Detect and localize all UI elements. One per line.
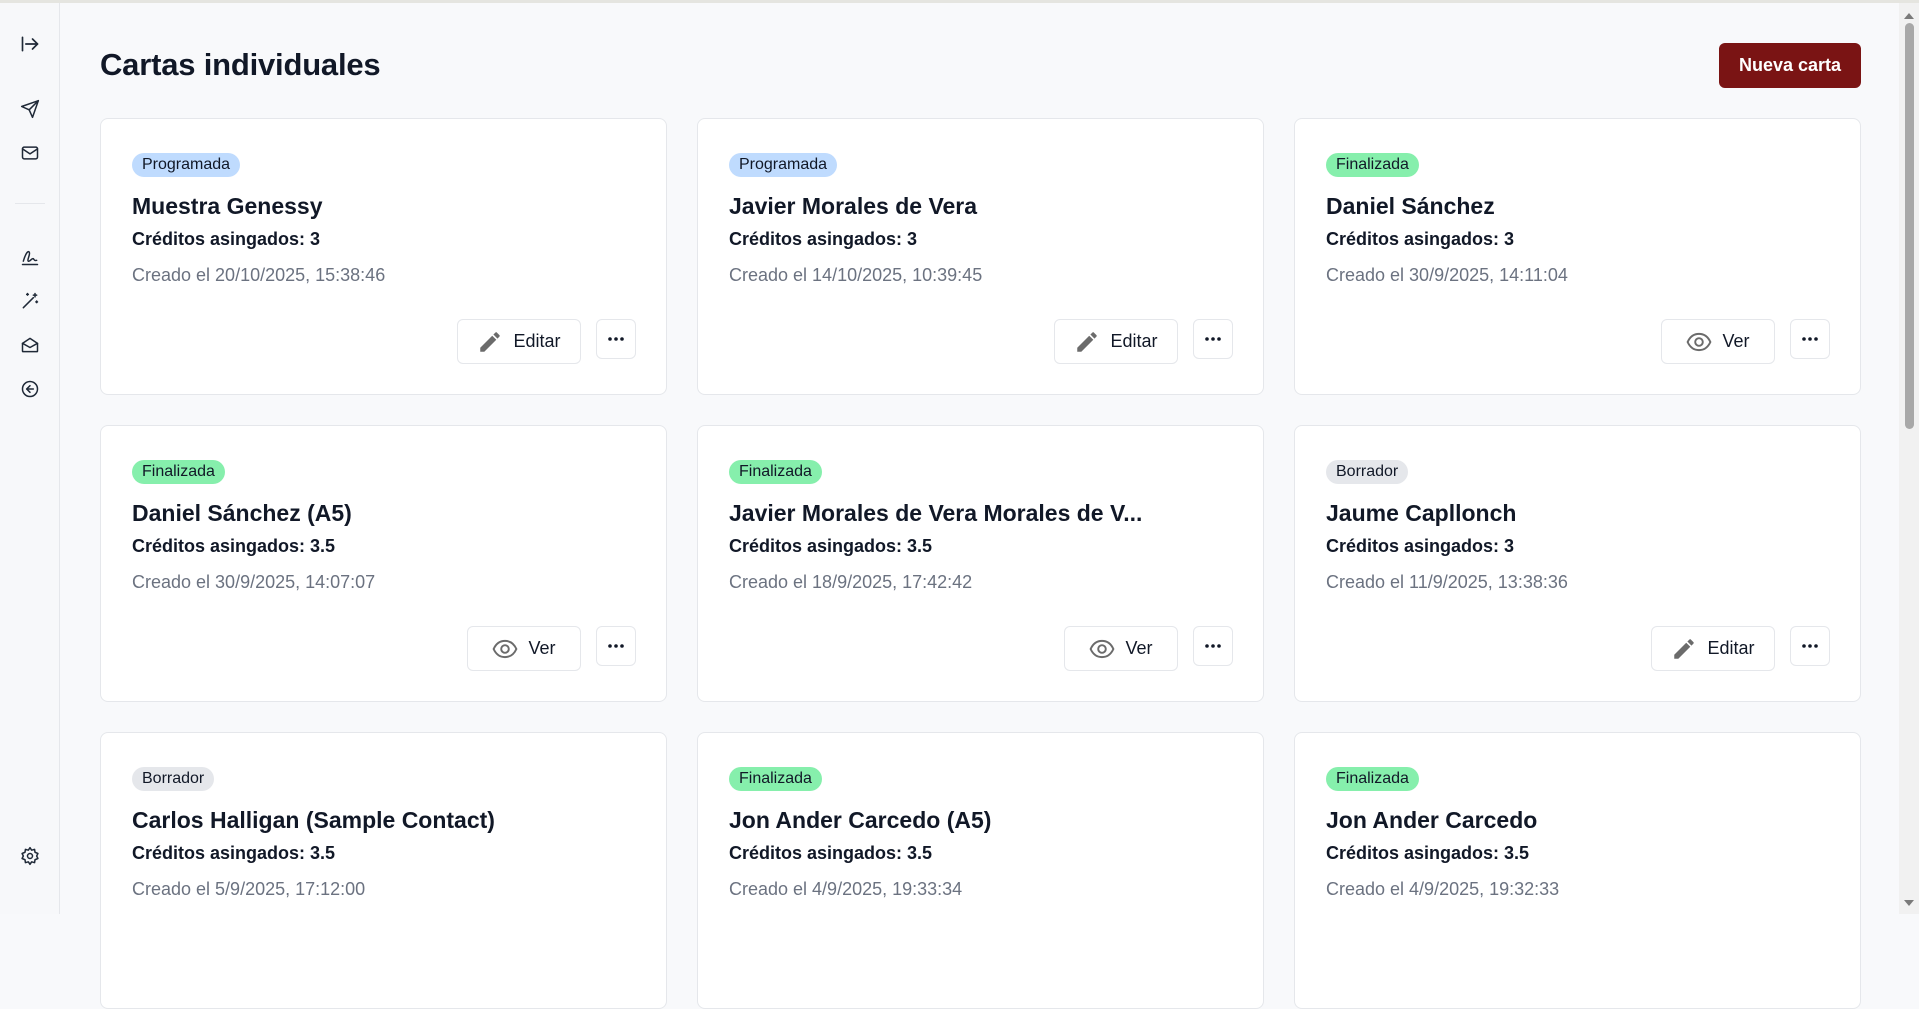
card-created-date: Creado el 11/9/2025, 13:38:36 xyxy=(1326,572,1568,592)
pencil-icon xyxy=(480,331,501,352)
edit-button[interactable]: Editar xyxy=(1054,319,1178,364)
card-title: Daniel Sánchez xyxy=(1326,193,1495,219)
letter-card: Finalizada Daniel Sánchez Créditos asing… xyxy=(1294,118,1861,395)
card-title: Jaume Capllonch xyxy=(1326,500,1517,526)
settings-icon[interactable] xyxy=(16,842,44,870)
status-badge: Finalizada xyxy=(1326,767,1419,791)
new-letter-button[interactable]: Nueva carta xyxy=(1719,43,1861,88)
sidebar xyxy=(0,3,60,914)
card-credits: Créditos asingados: 3 xyxy=(729,229,918,249)
letter-card: Borrador Carlos Halligan (Sample Contact… xyxy=(100,732,667,1009)
eye-icon xyxy=(1687,332,1712,351)
scroll-down-arrow-icon[interactable] xyxy=(1904,900,1914,906)
card-credits: Créditos asingados: 3 xyxy=(1326,229,1515,249)
letter-card: Finalizada Jon Ander Carcedo (A5) Crédit… xyxy=(697,732,1264,1009)
more-options-button[interactable] xyxy=(1790,319,1830,359)
scrollbar-thumb[interactable] xyxy=(1905,23,1914,429)
status-badge: Finalizada xyxy=(1326,153,1419,177)
status-badge: Programada xyxy=(729,153,838,177)
back-arrow-circle-icon[interactable] xyxy=(16,375,44,403)
more-horizontal-icon xyxy=(608,644,624,648)
page-title: Cartas individuales xyxy=(100,47,381,82)
edit-button-label: Editar xyxy=(513,331,561,351)
card-title: Carlos Halligan (Sample Contact) xyxy=(132,807,495,833)
mail-icon[interactable] xyxy=(16,139,44,167)
send-icon[interactable] xyxy=(16,95,44,123)
card-credits: Créditos asingados: 3.5 xyxy=(132,536,336,556)
card-title: Jon Ander Carcedo xyxy=(1326,807,1538,833)
card-credits: Créditos asingados: 3.5 xyxy=(1326,843,1530,863)
card-title: Javier Morales de Vera xyxy=(729,193,978,219)
edit-button[interactable]: Editar xyxy=(457,319,581,364)
card-credits: Créditos asingados: 3.5 xyxy=(729,843,933,863)
more-options-button[interactable] xyxy=(1193,626,1233,666)
more-horizontal-icon xyxy=(1205,337,1221,341)
card-title: Jon Ander Carcedo (A5) xyxy=(729,807,992,833)
more-options-button[interactable] xyxy=(596,626,636,666)
view-button-label: Ver xyxy=(1722,331,1750,351)
eye-icon xyxy=(1090,639,1115,658)
more-horizontal-icon xyxy=(1802,337,1818,341)
card-title: Javier Morales de Vera Morales de V... xyxy=(729,500,1143,526)
card-credits: Créditos asingados: 3 xyxy=(132,229,321,249)
status-badge: Programada xyxy=(132,153,241,177)
status-badge: Borrador xyxy=(132,767,215,791)
more-horizontal-icon xyxy=(608,337,624,341)
vertical-scrollbar[interactable] xyxy=(1899,3,1919,914)
more-options-button[interactable] xyxy=(596,319,636,359)
view-button-label: Ver xyxy=(528,638,556,658)
status-badge: Finalizada xyxy=(729,767,822,791)
letter-card: Programada Muestra Genessy Créditos asin… xyxy=(100,118,667,395)
card-created-date: Creado el 20/10/2025, 15:38:46 xyxy=(132,265,386,285)
main-content: Cartas individuales Nueva carta Programa… xyxy=(60,3,1899,1009)
card-created-date: Creado el 30/9/2025, 14:07:07 xyxy=(132,572,376,592)
card-credits: Créditos asingados: 3.5 xyxy=(729,536,933,556)
scroll-up-arrow-icon[interactable] xyxy=(1904,13,1914,19)
edit-button[interactable]: Editar xyxy=(1651,626,1775,671)
pencil-icon xyxy=(1077,331,1098,352)
letter-card: Programada Javier Morales de Vera Crédit… xyxy=(697,118,1264,395)
letter-card: Finalizada Daniel Sánchez (A5) Créditos … xyxy=(100,425,667,702)
card-created-date: Creado el 4/9/2025, 19:32:33 xyxy=(1326,879,1560,899)
mail-open-icon[interactable] xyxy=(16,331,44,359)
sidebar-divider xyxy=(15,203,45,204)
letter-card: Borrador Jaume Capllonch Créditos asinga… xyxy=(1294,425,1861,702)
card-created-date: Creado el 30/9/2025, 14:11:04 xyxy=(1326,265,1568,285)
view-button[interactable]: Ver xyxy=(467,626,581,671)
eye-icon xyxy=(493,639,518,658)
magic-wand-icon[interactable] xyxy=(16,287,44,315)
status-badge: Finalizada xyxy=(729,460,822,484)
card-created-date: Creado el 4/9/2025, 19:33:34 xyxy=(729,879,963,899)
more-horizontal-icon xyxy=(1802,644,1818,648)
view-button[interactable]: Ver xyxy=(1064,626,1178,671)
more-options-button[interactable] xyxy=(1790,626,1830,666)
letter-card: Finalizada Javier Morales de Vera Morale… xyxy=(697,425,1264,702)
status-badge: Finalizada xyxy=(132,460,225,484)
edit-button-label: Editar xyxy=(1707,638,1755,658)
edit-button-label: Editar xyxy=(1110,331,1158,351)
card-title: Muestra Genessy xyxy=(132,193,323,219)
card-credits: Créditos asingados: 3.5 xyxy=(132,843,336,863)
more-horizontal-icon xyxy=(1205,644,1221,648)
cards-grid: Programada Muestra Genessy Créditos asin… xyxy=(100,118,1861,1009)
card-created-date: Creado el 18/9/2025, 17:42:42 xyxy=(729,572,973,592)
card-created-date: Creado el 14/10/2025, 10:39:45 xyxy=(729,265,983,285)
signature-icon[interactable] xyxy=(16,243,44,271)
pencil-icon xyxy=(1674,638,1695,659)
more-options-button[interactable] xyxy=(1193,319,1233,359)
card-credits: Créditos asingados: 3 xyxy=(1326,536,1515,556)
view-button-label: Ver xyxy=(1125,638,1153,658)
letter-card: Finalizada Jon Ander Carcedo Créditos as… xyxy=(1294,732,1861,1009)
view-button[interactable]: Ver xyxy=(1661,319,1775,364)
expand-sidebar-icon[interactable] xyxy=(16,30,44,58)
card-created-date: Creado el 5/9/2025, 17:12:00 xyxy=(132,879,366,899)
card-title: Daniel Sánchez (A5) xyxy=(132,500,352,526)
status-badge: Borrador xyxy=(1326,460,1409,484)
